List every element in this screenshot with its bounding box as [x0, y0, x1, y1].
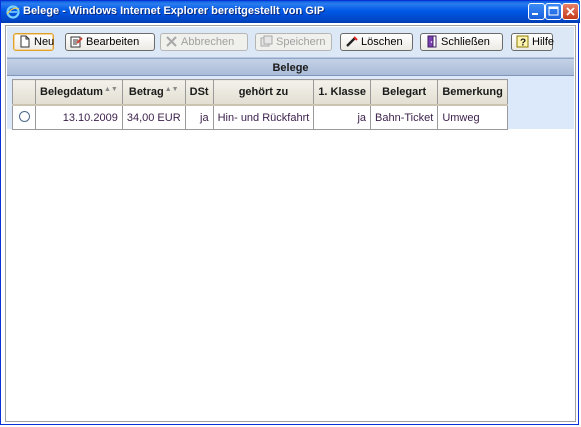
cell-gehoert-zu: Hin- und Rückfahrt: [212, 104, 315, 130]
records-panel: Belegdatum▲▼ Betrag▲▼ DSt gehört zu 1. K…: [7, 76, 574, 130]
close-icon: [427, 35, 437, 48]
window-title: Belege - Windows Internet Explorer berei…: [23, 5, 325, 17]
cell-dst: ja: [184, 104, 214, 130]
new-button-label: Neu: [34, 36, 55, 48]
edit-button-label: Bearbeiten: [86, 36, 140, 48]
cell-betrag: 34,00 EUR: [121, 104, 186, 130]
close-x-icon: [566, 7, 575, 16]
records-table: Belegdatum▲▼ Betrag▲▼ DSt gehört zu 1. K…: [12, 79, 508, 130]
row-select-radio[interactable]: [18, 110, 30, 122]
browser-window: Belege - Windows Internet Explorer berei…: [0, 0, 580, 425]
column-header-erste-klasse: 1. Klasse: [313, 79, 372, 106]
svg-text:?: ?: [520, 38, 526, 49]
edit-button[interactable]: Bearbeiten: [65, 33, 155, 51]
maximize-button[interactable]: [545, 3, 562, 20]
section-header: Belege: [7, 58, 574, 76]
save-button[interactable]: Speichern: [255, 33, 332, 51]
column-header-dst: DSt: [184, 79, 214, 106]
title-bar[interactable]: Belege - Windows Internet Explorer berei…: [1, 1, 580, 23]
page-content: Neu Bearbeiten Abbrechen Speichern Lösch…: [5, 25, 576, 422]
cell-belegart: Bahn-Ticket: [370, 104, 439, 130]
column-header-gehoert-zu: gehört zu: [212, 79, 315, 106]
row-select-cell[interactable]: [12, 104, 36, 130]
column-header-belegdatum[interactable]: Belegdatum▲▼: [35, 79, 123, 106]
close-window-button[interactable]: [562, 3, 579, 20]
help-button-label: Hilfe: [532, 36, 555, 48]
delete-button[interactable]: Löschen: [340, 33, 413, 51]
new-button[interactable]: Neu: [13, 33, 54, 51]
cell-erste-klasse: ja: [313, 104, 372, 130]
new-document-icon: [20, 35, 30, 48]
save-button-label: Speichern: [276, 36, 326, 48]
help-icon: ?: [516, 35, 529, 48]
delete-icon: [346, 36, 358, 47]
cell-belegdatum: 13.10.2009: [35, 104, 123, 130]
column-header-betrag[interactable]: Betrag▲▼: [121, 79, 186, 106]
table-row[interactable]: 13.10.2009 34,00 EUR ja Hin- und Rückfah…: [12, 104, 508, 130]
cancel-button-label: Abbrechen: [181, 36, 235, 48]
internet-explorer-icon: [6, 5, 20, 19]
cell-bemerkung: Umweg: [437, 104, 508, 130]
column-header-bemerkung: Bemerkung: [437, 79, 508, 106]
cancel-button[interactable]: Abbrechen: [160, 33, 248, 51]
edit-icon: [70, 36, 83, 48]
close-button[interactable]: Schließen: [420, 33, 503, 51]
maximize-icon: [548, 6, 559, 16]
close-button-label: Schließen: [441, 36, 490, 48]
table-header-row: Belegdatum▲▼ Betrag▲▼ DSt gehört zu 1. K…: [12, 79, 508, 106]
cancel-icon: [166, 36, 177, 47]
save-icon: [260, 35, 273, 47]
column-header-belegart: Belegart: [370, 79, 439, 106]
toolbar: Neu Bearbeiten Abbrechen Speichern Lösch…: [7, 27, 574, 58]
help-button[interactable]: ? Hilfe: [511, 33, 555, 51]
delete-button-label: Löschen: [361, 36, 403, 48]
minimize-icon: [532, 13, 538, 15]
select-column-header: [12, 79, 36, 106]
sort-arrows-icon[interactable]: ▲▼: [104, 86, 118, 93]
minimize-button[interactable]: [528, 3, 545, 20]
sort-arrows-icon[interactable]: ▲▼: [165, 86, 179, 93]
